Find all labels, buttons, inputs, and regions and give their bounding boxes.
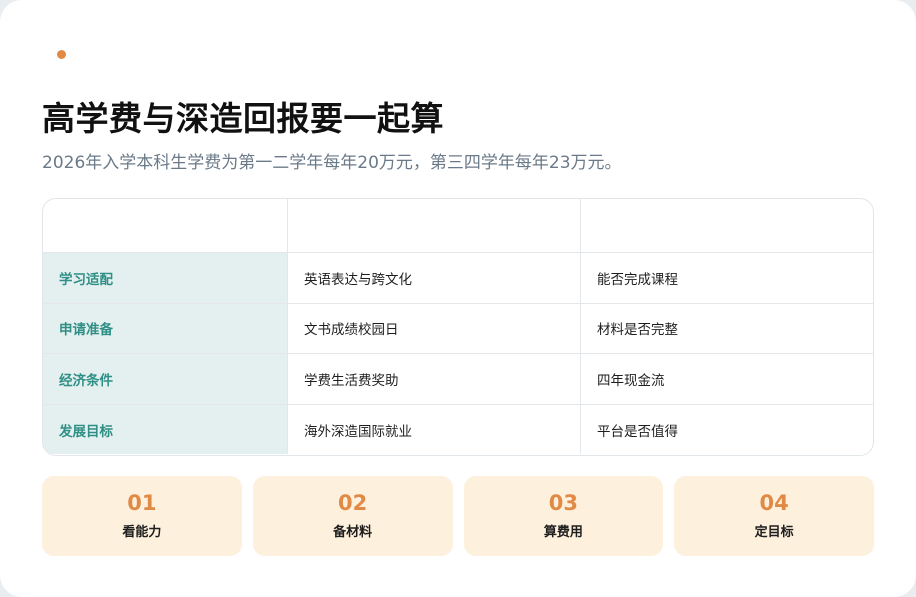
header-cell [580,199,873,252]
slide-card: 高学费与深造回报要一起算 2026年入学本科生学费为第一二学年每年20万元，第三… [0,0,916,597]
step-label: 备材料 [333,525,373,541]
table-cell: 海外深造国际就业 [287,404,580,455]
step-label: 看能力 [122,525,162,541]
header-cell [43,199,287,252]
step-number: 02 [338,490,368,515]
table-row: 申请准备 文书成绩校园日 材料是否完整 [43,302,873,354]
step-label: 定目标 [754,525,794,541]
table-row: 经济条件 学费生活费奖助 四年现金流 [43,353,873,404]
step-number: 01 [127,490,157,515]
table-cell: 能否完成课程 [580,253,873,303]
step-card: 02 备材料 [252,476,453,556]
page-title: 高学费与深造回报要一起算 [42,99,444,138]
table-row: 发展目标 海外深造国际就业 平台是否值得 [43,403,873,455]
table-cell: 学费生活费奖助 [287,354,580,404]
table-row: 学习适配 英语表达与跨文化 能否完成课程 [43,252,873,303]
row-label: 申请准备 [43,303,287,354]
page-subtitle: 2026年入学本科生学费为第一二学年每年20万元，第三四学年每年23万元。 [42,153,622,173]
table-cell: 材料是否完整 [580,303,873,354]
table-cell: 英语表达与跨文化 [287,253,580,303]
table-cell: 平台是否值得 [580,404,873,455]
table-header-row [43,199,873,252]
table-cell: 四年现金流 [580,354,873,404]
step-label: 算费用 [543,525,583,541]
row-label: 经济条件 [43,354,287,404]
header-cell [287,199,580,252]
step-number: 04 [759,490,789,515]
step-card: 03 算费用 [463,476,664,556]
accent-dot [57,50,66,59]
row-label: 学习适配 [43,253,287,303]
step-card: 04 定目标 [674,476,874,556]
step-number: 03 [548,490,578,515]
step-cards: 01 看能力 02 备材料 03 算费用 04 定目标 [42,476,874,556]
row-label: 发展目标 [43,404,287,455]
table-cell: 文书成绩校园日 [287,303,580,354]
step-card: 01 看能力 [42,476,242,556]
comparison-table: 学习适配 英语表达与跨文化 能否完成课程 申请准备 文书成绩校园日 材料是否完整… [42,198,874,456]
